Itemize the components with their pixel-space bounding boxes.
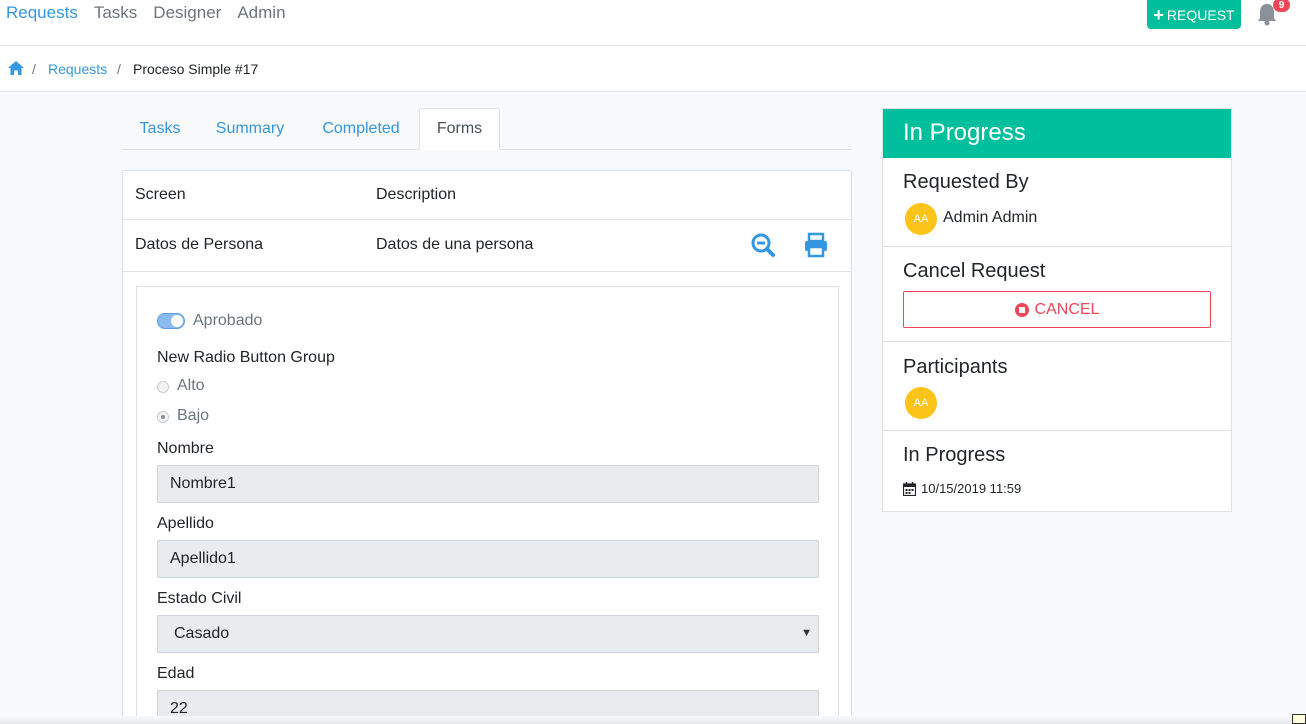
requested-by-title: Requested By <box>903 171 1029 193</box>
status-title: In Progress <box>903 444 1006 466</box>
tab-forms[interactable]: Forms <box>419 108 500 150</box>
form-preview: Aprobado New Radio Button Group Alto Baj… <box>136 286 839 724</box>
row-description: Datos de una persona <box>376 236 534 253</box>
aprobado-label: Aprobado <box>193 312 263 329</box>
column-header-description: Description <box>376 186 457 203</box>
tab-summary[interactable]: Summary <box>202 108 298 150</box>
radio-bajo[interactable] <box>157 411 169 423</box>
table-row: Datos de Persona Datos de una persona <box>123 220 851 272</box>
calendar-icon <box>903 481 916 496</box>
status-date: 10/15/2019 11:59 <box>921 481 1022 496</box>
breadcrumb: / Requests / Proceso Simple #17 <box>0 46 1306 92</box>
radio-alto[interactable] <box>157 381 169 393</box>
aprobado-toggle[interactable] <box>157 313 185 329</box>
apellido-label: Apellido <box>157 515 214 532</box>
estado-civil-label: Estado Civil <box>157 590 242 607</box>
apellido-input[interactable]: Apellido1 <box>157 540 819 578</box>
status-section: In Progress 10/15/2019 11:59 <box>883 431 1231 511</box>
cancel-button[interactable]: CANCEL <box>903 291 1211 328</box>
requested-by-section: Requested By AA Admin Admin <box>883 158 1231 247</box>
edad-label: Edad <box>157 665 195 682</box>
request-tabs: Tasks Summary Completed Forms <box>122 108 852 150</box>
forms-table: Screen Description Datos de Persona Dato… <box>122 170 852 724</box>
status-header: In Progress <box>883 109 1231 158</box>
estado-civil-select[interactable]: Casado ▼ <box>157 615 819 653</box>
column-header-screen: Screen <box>135 186 186 203</box>
tab-completed[interactable]: Completed <box>308 108 414 150</box>
participant-avatar[interactable]: AA <box>905 387 937 419</box>
tab-tasks[interactable]: Tasks <box>126 108 194 150</box>
nav-admin[interactable]: Admin <box>237 3 285 23</box>
nombre-input[interactable]: Nombre1 <box>157 465 819 503</box>
top-navbar: Requests Tasks Designer Admin + REQUEST … <box>0 0 1306 46</box>
breadcrumb-separator: / <box>117 61 121 77</box>
notification-badge: 9 <box>1273 0 1290 12</box>
row-screen: Datos de Persona <box>135 236 264 253</box>
radio-group-label: New Radio Button Group <box>157 349 335 366</box>
page-bottom-edge <box>0 716 1306 724</box>
new-request-button[interactable]: + REQUEST <box>1147 0 1241 29</box>
radio-alto-label: Alto <box>177 377 205 394</box>
nav-designer[interactable]: Designer <box>153 3 221 23</box>
nav-requests[interactable]: Requests <box>6 3 78 23</box>
plus-icon: + <box>1153 4 1164 25</box>
participants-section: Participants AA <box>883 342 1231 431</box>
home-icon[interactable] <box>8 61 24 75</box>
stop-circle-icon <box>1014 302 1029 317</box>
new-request-label: REQUEST <box>1166 6 1235 23</box>
requester-name: Admin Admin <box>943 209 1038 226</box>
status-date-row: 10/15/2019 11:59 <box>903 481 1021 496</box>
cancel-request-title: Cancel Request <box>903 260 1046 282</box>
radio-bajo-label: Bajo <box>177 407 210 424</box>
breadcrumb-separator: / <box>32 61 36 77</box>
breadcrumb-current: Proceso Simple #17 <box>133 61 259 77</box>
participants-title: Participants <box>903 356 1008 378</box>
chevron-down-icon: ▼ <box>801 627 812 639</box>
print-icon[interactable] <box>803 232 829 258</box>
request-sidebar: In Progress Requested By AA Admin Admin … <box>882 108 1232 512</box>
scroll-corner <box>1292 714 1306 724</box>
nombre-label: Nombre <box>157 440 214 457</box>
breadcrumb-requests[interactable]: Requests <box>48 61 107 77</box>
nav-tasks[interactable]: Tasks <box>94 3 137 23</box>
zoom-out-icon[interactable] <box>750 232 776 258</box>
cancel-button-label: CANCEL <box>1034 300 1100 318</box>
cancel-section: Cancel Request CANCEL <box>883 247 1231 342</box>
estado-civil-value: Casado <box>174 625 230 642</box>
table-header: Screen Description <box>123 171 851 220</box>
avatar: AA <box>905 203 937 235</box>
main-nav: Requests Tasks Designer Admin <box>6 3 286 23</box>
